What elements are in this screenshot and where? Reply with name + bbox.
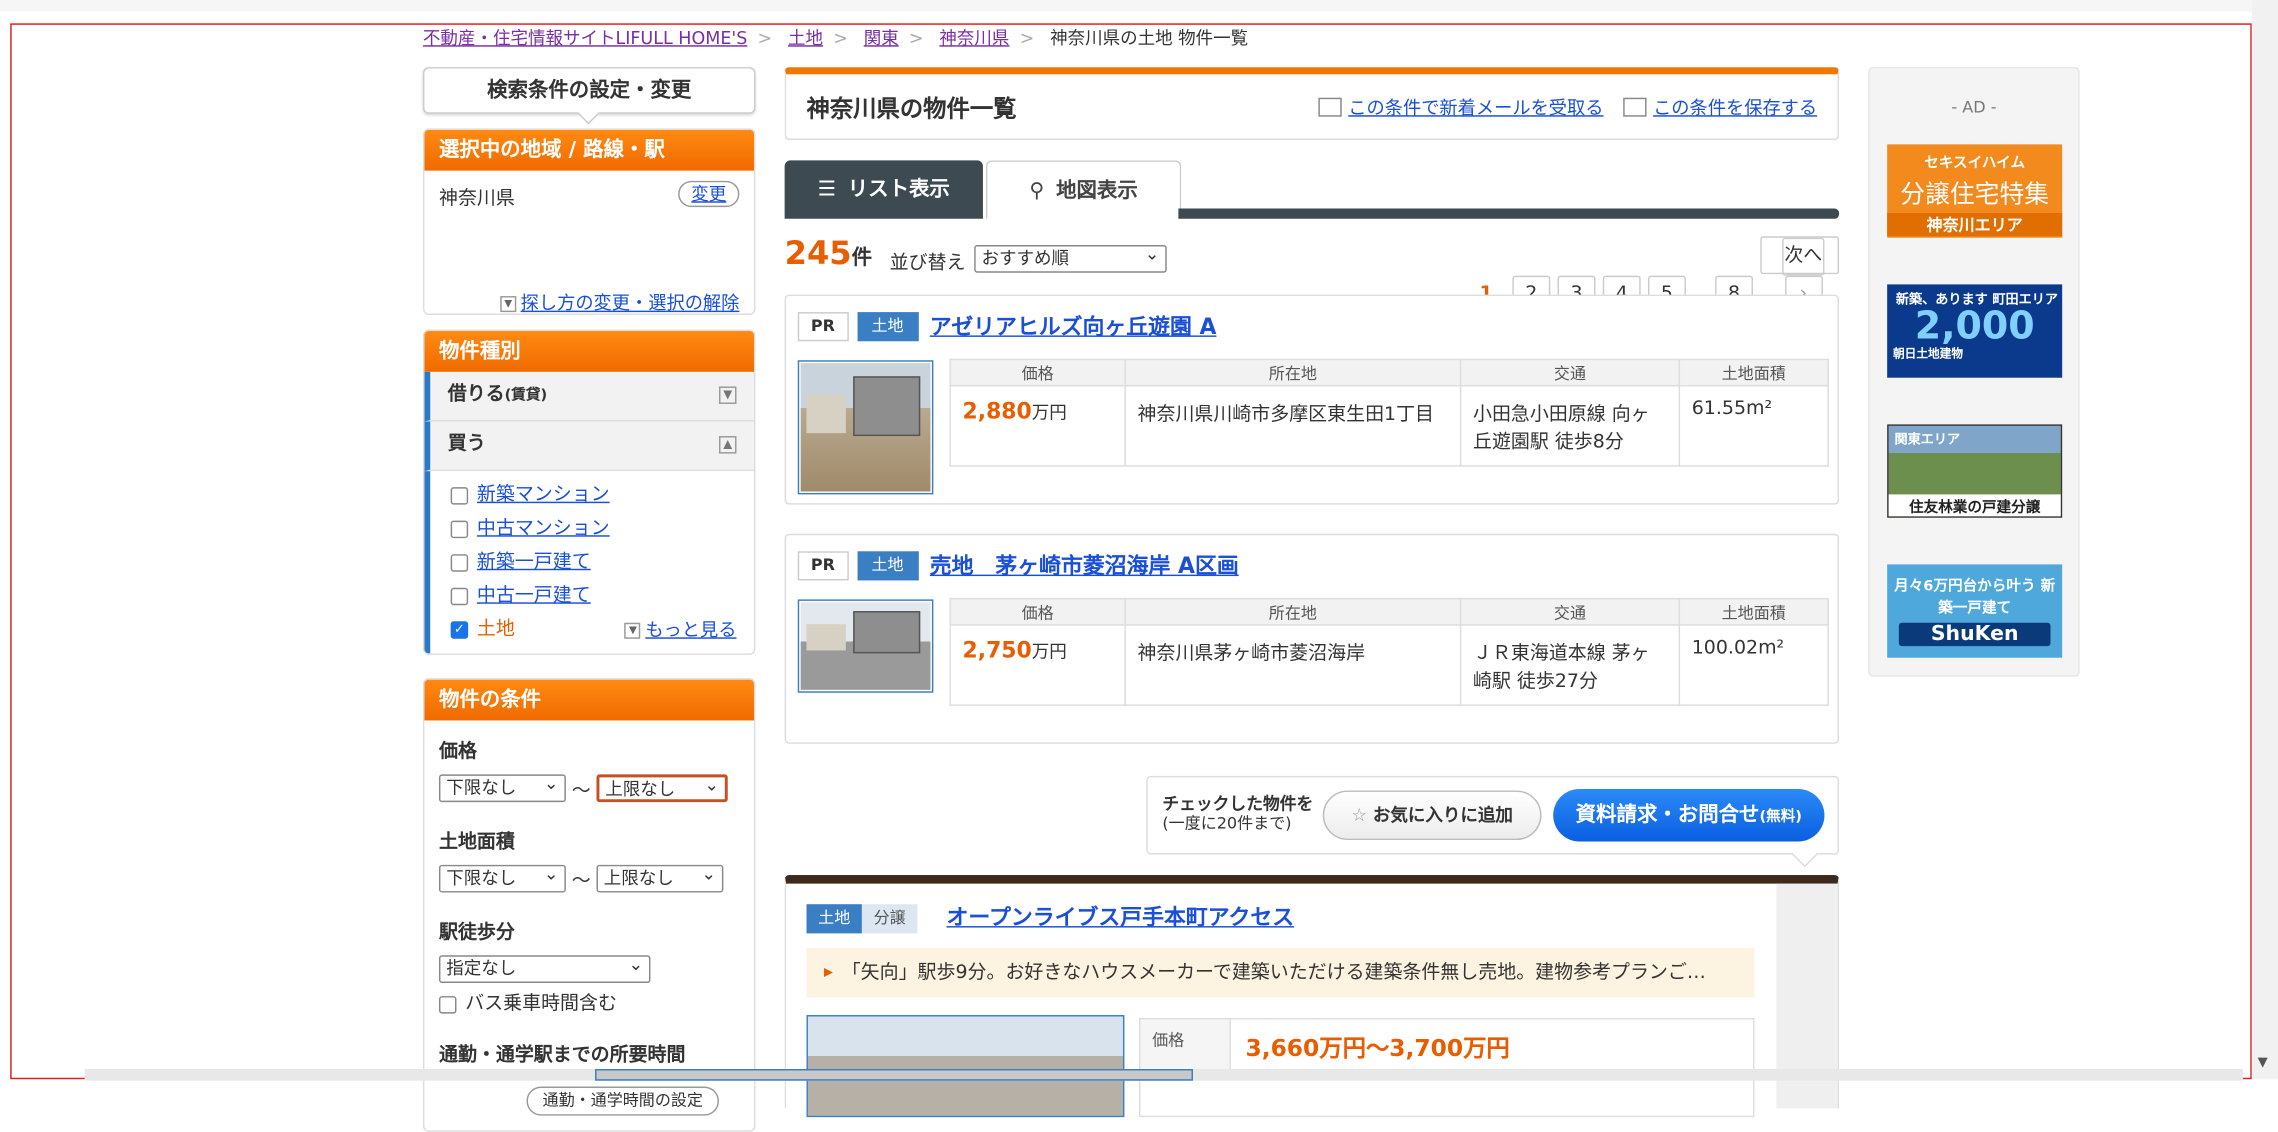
horizontal-scrollbar[interactable] [84, 1069, 2244, 1081]
scrollbar-thumb[interactable] [595, 1069, 1193, 1081]
commute-settings-button[interactable]: 通勤・通学時間の設定 [526, 1086, 719, 1116]
page: 不動産・住宅情報サイトLIFULL HOME'S > 土地 > 関東 > 神奈川県 > … [0, 0, 2278, 1132]
viewport-highlight-frame [10, 23, 2252, 1080]
vertical-scrollbar[interactable]: ▼ [2251, 0, 2278, 1080]
scroll-down-icon[interactable]: ▼ [2258, 1056, 2268, 1071]
top-bar [0, 0, 2278, 12]
